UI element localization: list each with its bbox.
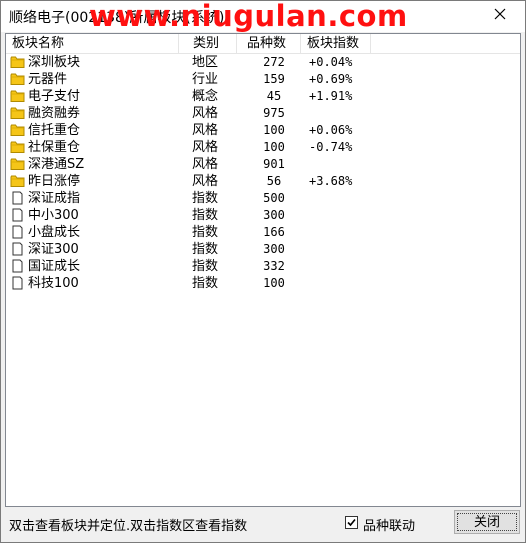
- document-icon: [10, 276, 25, 290]
- row-count: 332: [263, 259, 285, 273]
- column-header-count[interactable]: 品种数: [237, 34, 301, 53]
- document-icon: [10, 242, 25, 256]
- list-item[interactable]: 科技100 指数 100: [6, 275, 520, 292]
- row-index: [309, 156, 371, 173]
- row-index: [309, 224, 371, 241]
- row-name: 融资融券: [28, 106, 81, 121]
- list-item[interactable]: 信托重仓 风格 100 +0.06%: [6, 122, 520, 139]
- row-index: [309, 105, 371, 122]
- row-count: 975: [263, 106, 285, 120]
- close-icon[interactable]: [491, 5, 509, 23]
- row-type: 风格: [192, 106, 219, 121]
- row-count: 901: [263, 157, 285, 171]
- row-count: 166: [263, 225, 285, 239]
- row-count: 272: [263, 55, 285, 69]
- folder-icon: [10, 123, 25, 137]
- watermark-text: www.niugulan.com: [89, 0, 408, 33]
- folder-icon: [10, 55, 25, 69]
- row-count: 45: [266, 89, 282, 103]
- row-type: 行业: [192, 72, 219, 87]
- row-name: 社保重仓: [28, 140, 81, 155]
- row-index: +1.91%: [309, 89, 353, 103]
- row-count: 100: [263, 123, 285, 137]
- row-count: 300: [263, 242, 285, 256]
- folder-icon: [10, 89, 25, 103]
- list-item[interactable]: 深港通SZ 风格 901: [6, 156, 520, 173]
- list-item[interactable]: 深圳板块 地区 272 +0.04%: [6, 54, 520, 71]
- folder-icon: [10, 72, 25, 86]
- row-type: 地区: [192, 55, 219, 70]
- row-type: 风格: [192, 140, 219, 155]
- row-type: 指数: [192, 259, 219, 274]
- document-icon: [10, 259, 25, 273]
- row-index: [309, 190, 371, 207]
- checkmark-icon: [347, 518, 356, 527]
- row-name: 电子支付: [28, 89, 81, 104]
- row-name: 昨日涨停: [28, 174, 81, 189]
- folder-icon: [10, 174, 25, 188]
- close-button[interactable]: 关闭: [454, 510, 520, 534]
- list-item[interactable]: 国证成长 指数 332: [6, 258, 520, 275]
- document-icon: [10, 191, 25, 205]
- row-name: 科技100: [28, 276, 79, 291]
- list-item[interactable]: 小盘成长 指数 166: [6, 224, 520, 241]
- column-header-name[interactable]: 板块名称: [6, 34, 179, 53]
- row-name: 国证成长: [28, 259, 81, 274]
- checkbox-label: 品种联动: [363, 519, 416, 534]
- row-type: 风格: [192, 174, 219, 189]
- row-index: +0.06%: [309, 123, 353, 137]
- row-name: 深证成指: [28, 191, 81, 206]
- list-item[interactable]: 深证成指 指数 500: [6, 190, 520, 207]
- row-count: 300: [263, 208, 285, 222]
- row-name: 深港通SZ: [28, 157, 85, 172]
- column-header-type[interactable]: 类别: [179, 34, 237, 53]
- row-index: [309, 275, 371, 292]
- row-count: 100: [263, 140, 285, 154]
- sector-list[interactable]: 板块名称 类别 品种数 板块指数 深圳板块 地区 272 +0.04% 元器件 行业 159…: [5, 33, 521, 507]
- dialog-window: 顺络电子(002138)所属板块(系统) www.niugulan.com 板块…: [0, 0, 526, 543]
- row-index: +3.68%: [309, 174, 353, 188]
- row-count: 159: [263, 72, 285, 86]
- row-index: +0.04%: [309, 55, 353, 69]
- row-index: -0.74%: [309, 140, 353, 154]
- list-item[interactable]: 融资融券 风格 975: [6, 105, 520, 122]
- row-type: 概念: [192, 89, 219, 104]
- hint-text: 双击查看板块并定位.双击指数区查看指数: [9, 519, 248, 534]
- row-name: 信托重仓: [28, 123, 81, 138]
- row-count: 500: [263, 191, 285, 205]
- row-type: 指数: [192, 208, 219, 223]
- row-index: [309, 258, 371, 275]
- row-index: +0.69%: [309, 72, 353, 86]
- document-icon: [10, 225, 25, 239]
- folder-icon: [10, 140, 25, 154]
- row-count: 56: [266, 174, 282, 188]
- row-type: 风格: [192, 123, 219, 138]
- checkbox-box[interactable]: [345, 516, 358, 529]
- row-type: 指数: [192, 276, 219, 291]
- row-type: 指数: [192, 242, 219, 257]
- document-icon: [10, 208, 25, 222]
- list-item[interactable]: 社保重仓 风格 100 -0.74%: [6, 139, 520, 156]
- row-index: [309, 241, 371, 258]
- row-count: 100: [263, 276, 285, 290]
- folder-icon: [10, 106, 25, 120]
- folder-icon: [10, 157, 25, 171]
- row-name: 深证300: [28, 242, 79, 257]
- list-item[interactable]: 深证300 指数 300: [6, 241, 520, 258]
- list-header: 板块名称 类别 品种数 板块指数: [6, 34, 520, 54]
- row-index: [309, 207, 371, 224]
- row-name: 元器件: [28, 72, 68, 87]
- list-item[interactable]: 昨日涨停 风格 56 +3.68%: [6, 173, 520, 190]
- title-bar: 顺络电子(002138)所属板块(系统) www.niugulan.com: [1, 0, 525, 33]
- list-item[interactable]: 中小300 指数 300: [6, 207, 520, 224]
- row-name: 小盘成长: [28, 225, 81, 240]
- row-type: 指数: [192, 191, 219, 206]
- list-item[interactable]: 元器件 行业 159 +0.69%: [6, 71, 520, 88]
- row-name: 中小300: [28, 208, 79, 223]
- row-name: 深圳板块: [28, 55, 81, 70]
- row-type: 指数: [192, 225, 219, 240]
- row-type: 风格: [192, 157, 219, 172]
- column-header-index[interactable]: 板块指数: [301, 34, 371, 53]
- list-item[interactable]: 电子支付 概念 45 +1.91%: [6, 88, 520, 105]
